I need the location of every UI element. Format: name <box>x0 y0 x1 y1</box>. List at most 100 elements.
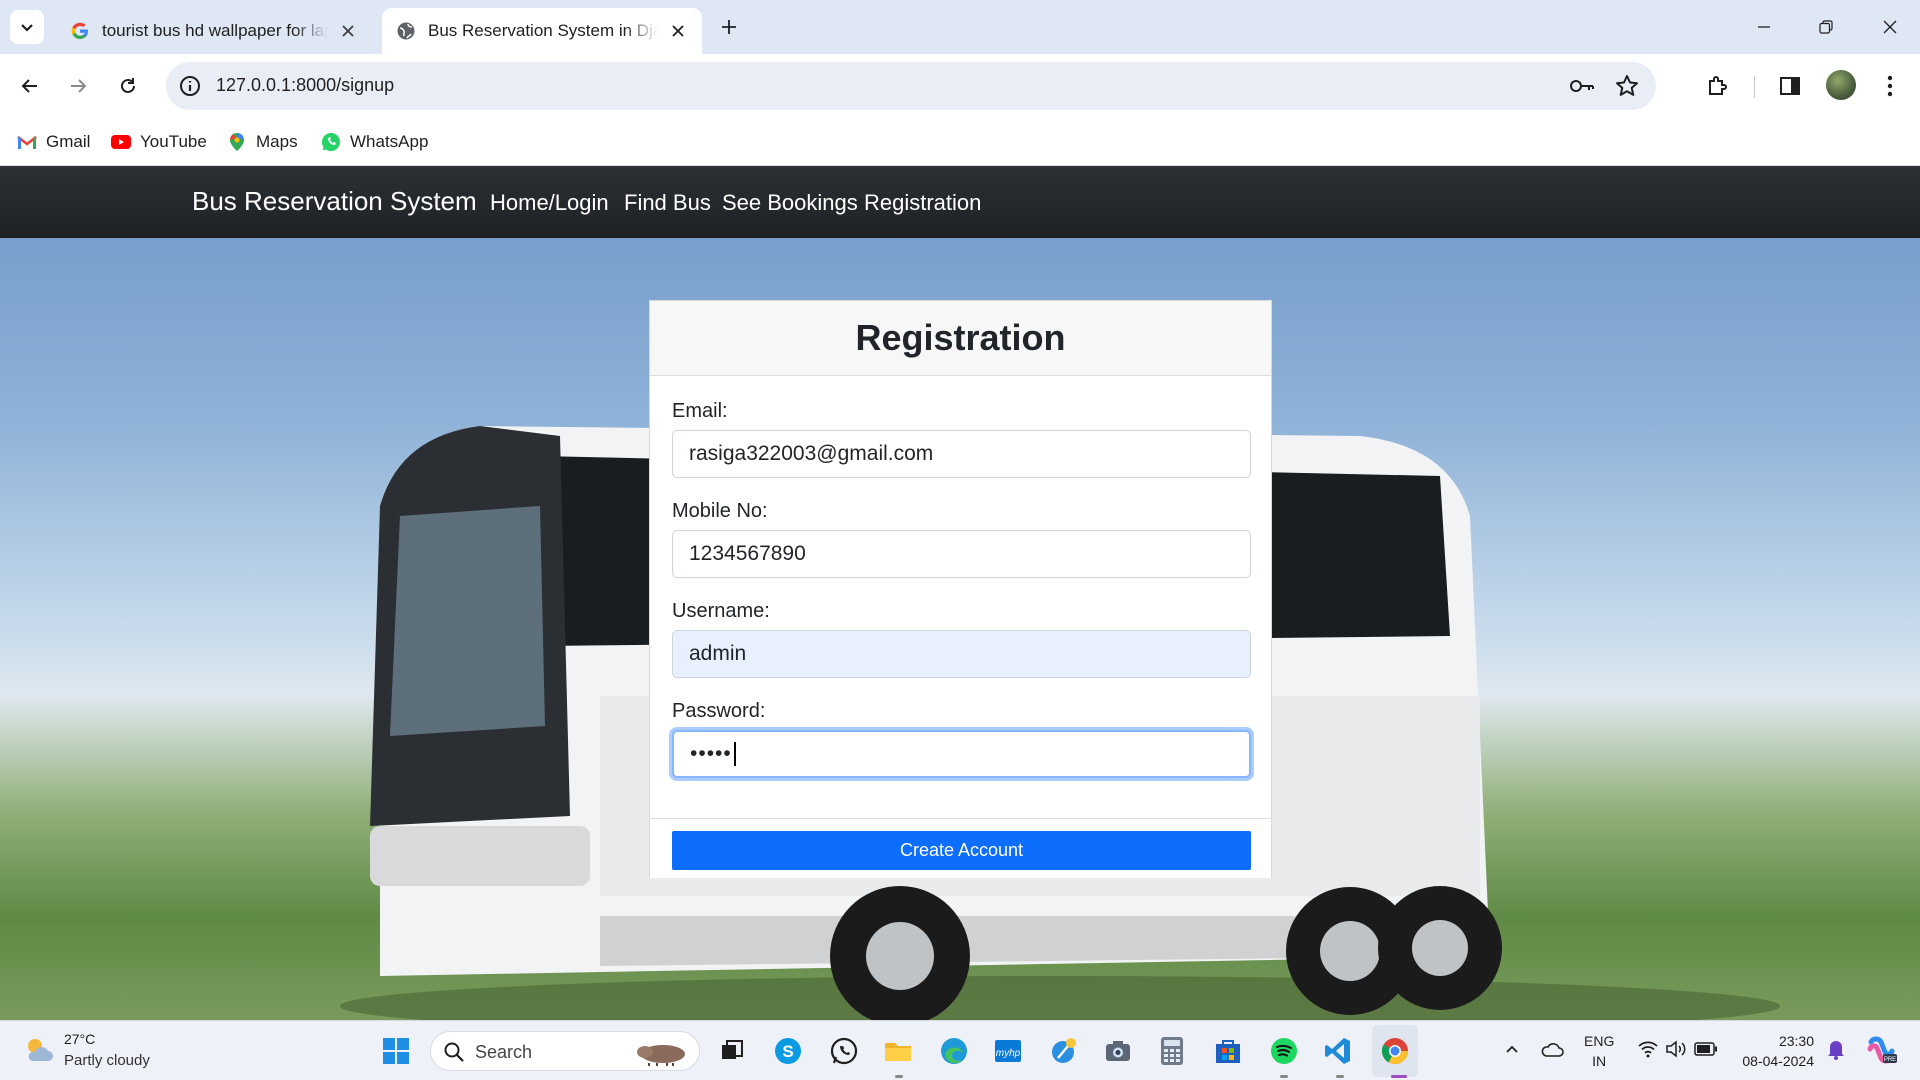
email-label: Email: <box>672 400 728 422</box>
weather-temperature[interactable]: 27°C <box>64 1031 95 1047</box>
bookmark-star-icon[interactable] <box>1614 73 1640 99</box>
minimize-button[interactable] <box>1744 10 1784 44</box>
password-key-icon[interactable] <box>1568 74 1596 98</box>
camera-icon <box>1106 1041 1130 1061</box>
puzzle-icon <box>1709 76 1727 95</box>
region-code: IN <box>1592 1053 1607 1069</box>
system-clock[interactable]: 23:30 08-04-2024 <box>1734 1031 1814 1071</box>
site-brand[interactable]: Bus Reservation System <box>192 186 477 217</box>
forward-button[interactable] <box>60 68 96 104</box>
reload-button[interactable] <box>110 68 146 104</box>
task-view-button[interactable] <box>714 1033 750 1069</box>
browser-tabstrip: tourist bus hd wallpaper for lap Bus Res… <box>0 0 1920 54</box>
whatsapp-icon <box>322 133 340 151</box>
bookmark-maps[interactable]: Maps <box>226 128 298 156</box>
nav-find-bus[interactable]: Find Bus <box>624 190 711 216</box>
minimize-icon <box>1758 26 1770 28</box>
show-hidden-icons-button[interactable] <box>1498 1035 1526 1063</box>
reload-icon <box>121 78 135 93</box>
browser-toolbar: 127.0.0.1:8000/signup <box>0 54 1920 118</box>
myhp-icon: myhp <box>995 1040 1021 1062</box>
search-placeholder: Search <box>475 1042 533 1062</box>
windows-logo-icon <box>383 1038 409 1064</box>
calculator-app[interactable] <box>1154 1033 1190 1069</box>
bookmark-youtube[interactable]: YouTube <box>110 128 207 156</box>
tab-wallpaper[interactable]: tourist bus hd wallpaper for lap <box>56 8 372 54</box>
browser-menu-button[interactable] <box>1872 68 1908 104</box>
whatsapp-app[interactable] <box>826 1033 862 1069</box>
taskbar-search[interactable]: Search <box>430 1031 700 1071</box>
battery-button[interactable] <box>1692 1035 1720 1063</box>
username-label: Username: <box>672 600 770 622</box>
restore-button[interactable] <box>1806 10 1846 44</box>
wifi-button[interactable] <box>1634 1035 1662 1063</box>
skype-app[interactable]: S <box>770 1033 806 1069</box>
bookmark-whatsapp[interactable]: WhatsApp <box>320 128 428 156</box>
email-field[interactable]: rasiga322003@gmail.com <box>672 430 1251 478</box>
side-panel-icon <box>1780 77 1800 95</box>
spotify-icon <box>1271 1038 1297 1064</box>
myhp-app[interactable]: myhp <box>990 1033 1026 1069</box>
restore-icon <box>1819 20 1833 34</box>
clock-time: 23:30 <box>1778 1033 1814 1049</box>
notifications-button[interactable] <box>1822 1035 1850 1063</box>
edge-icon <box>941 1038 967 1064</box>
new-tab-button[interactable] <box>714 12 744 42</box>
text-caret <box>733 742 736 766</box>
onedrive-button[interactable] <box>1538 1035 1566 1063</box>
weather-description[interactable]: Partly cloudy <box>64 1052 150 1069</box>
copilot-button[interactable]: PRE <box>1864 1033 1898 1067</box>
clock-date: 08-04-2024 <box>1742 1053 1814 1069</box>
password-field[interactable]: ••••• <box>672 730 1251 778</box>
mobile-field[interactable]: 1234567890 <box>672 530 1251 578</box>
google-icon <box>71 22 88 39</box>
url-text[interactable]: 127.0.0.1:8000/signup <box>216 75 394 96</box>
side-panel-button[interactable] <box>1772 68 1808 104</box>
chrome-app[interactable] <box>1377 1033 1413 1069</box>
maps-pin-icon <box>230 133 244 151</box>
tab-title: Bus Reservation System in Djan <box>428 21 658 40</box>
tab-search-button[interactable] <box>10 10 44 44</box>
chrome-icon <box>1381 1038 1409 1065</box>
spotify-app[interactable] <box>1266 1033 1302 1069</box>
tab-bus-reservation[interactable]: Bus Reservation System in Djan <box>382 8 702 54</box>
running-indicator <box>1280 1075 1288 1078</box>
store-app[interactable] <box>1210 1033 1246 1069</box>
address-bar[interactable]: 127.0.0.1:8000/signup <box>166 62 1656 110</box>
partly-cloudy-icon[interactable] <box>22 1033 56 1067</box>
bookmark-label: Maps <box>256 132 298 151</box>
username-field[interactable]: admin <box>672 630 1251 678</box>
site-navbar: Bus Reservation System Home/Login Find B… <box>0 166 1920 238</box>
vscode-app[interactable] <box>1320 1033 1356 1069</box>
close-window-button[interactable] <box>1870 10 1910 44</box>
volume-button[interactable] <box>1662 1035 1690 1063</box>
search-highlight-icon <box>637 1045 685 1066</box>
nav-home-login[interactable]: Home/Login <box>490 190 609 216</box>
nav-see-bookings[interactable]: See Bookings <box>722 190 858 216</box>
language-code: ENG <box>1584 1033 1615 1049</box>
skype-icon: S <box>775 1038 801 1064</box>
arrow-right-icon <box>71 79 87 93</box>
nav-registration[interactable]: Registration <box>864 190 981 216</box>
globe-icon <box>397 22 415 40</box>
edge-app[interactable] <box>936 1033 972 1069</box>
create-account-button[interactable]: Create Account <box>672 831 1251 870</box>
camera-app[interactable] <box>1100 1033 1136 1069</box>
more-vertical-icon <box>1887 75 1893 97</box>
notes-app[interactable] <box>1046 1033 1082 1069</box>
card-footer: Create Account <box>650 818 1271 878</box>
bookmark-gmail[interactable]: Gmail <box>16 128 90 156</box>
tab-title: tourist bus hd wallpaper for lap <box>102 21 328 40</box>
back-button[interactable] <box>12 68 48 104</box>
start-button[interactable] <box>378 1033 414 1069</box>
site-info-icon[interactable] <box>178 74 202 98</box>
chevron-down-icon <box>21 24 33 32</box>
gmail-icon <box>17 136 37 149</box>
profile-avatar[interactable] <box>1826 70 1856 100</box>
close-tab-icon[interactable] <box>668 21 688 41</box>
extensions-button[interactable] <box>1700 68 1736 104</box>
input-language[interactable]: ENG IN <box>1584 1031 1614 1071</box>
file-explorer-app[interactable] <box>880 1033 916 1069</box>
close-tab-icon[interactable] <box>338 21 358 41</box>
bookmark-label: WhatsApp <box>350 132 429 151</box>
